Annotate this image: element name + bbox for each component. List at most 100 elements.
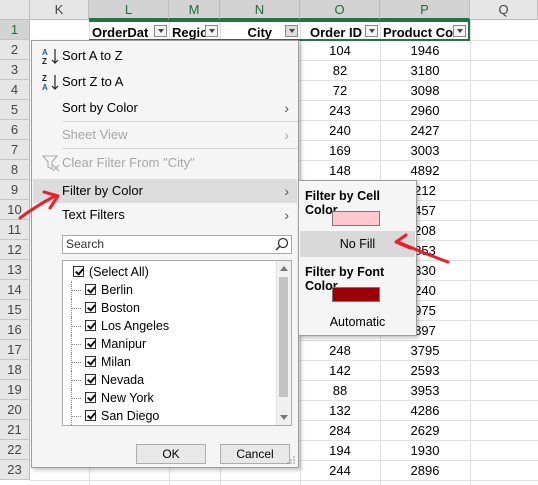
header-cell-orderdate[interactable]: OrderDat <box>89 20 169 41</box>
cell-order-id[interactable]: 169 <box>300 141 380 161</box>
cell-order-id[interactable]: 104 <box>300 41 380 61</box>
cell-order-id[interactable]: 148 <box>300 161 380 181</box>
menu-sort-z-to-a[interactable]: Z A Sort Z to A <box>33 70 297 94</box>
cell-order-id[interactable]: 132 <box>300 401 380 421</box>
cell-order-id[interactable]: 82 <box>300 61 380 81</box>
cell-product-code[interactable]: 1946 <box>380 41 470 61</box>
scroll-down-icon[interactable] <box>280 415 288 420</box>
header-region-label: Regio <box>172 25 209 40</box>
row-header[interactable]: 21 <box>0 420 30 440</box>
cell-order-id[interactable]: 243 <box>300 101 380 121</box>
row-header[interactable]: 22 <box>0 440 30 460</box>
filter-dropdown-icon[interactable] <box>205 25 218 37</box>
column-header-k[interactable]: K <box>30 0 89 20</box>
column-header-q[interactable]: Q <box>470 0 538 20</box>
row-header[interactable]: 20 <box>0 400 30 420</box>
cell-product-code[interactable]: 2427 <box>380 121 470 141</box>
automatic-option[interactable]: Automatic <box>300 309 415 335</box>
svg-text:Z: Z <box>42 57 47 65</box>
filter-dropdown-icon[interactable] <box>154 25 167 37</box>
cell-product-code[interactable]: 2629 <box>380 421 470 441</box>
cell-order-id[interactable]: 248 <box>300 341 380 361</box>
menu-sort-a-to-z[interactable]: A Z Sort A to Z <box>33 44 297 68</box>
menu-sort-by-color[interactable]: Sort by Color › <box>33 96 297 120</box>
cell-product-code[interactable]: 3098 <box>380 81 470 101</box>
column-header-m[interactable]: M <box>169 0 220 20</box>
cell-order-id[interactable]: 72 <box>300 81 380 101</box>
cell-order-id[interactable]: 284 <box>300 421 380 441</box>
cell-product-code[interactable]: 3953 <box>380 381 470 401</box>
header-cell-productcode[interactable]: Product Co <box>380 20 470 41</box>
cell-order-id[interactable]: 142 <box>300 361 380 381</box>
font-color-swatch[interactable] <box>332 287 380 302</box>
row-header[interactable]: 8 <box>0 160 30 180</box>
column-header-o[interactable]: O <box>300 0 380 20</box>
row-header[interactable]: 2 <box>0 40 30 60</box>
row-header[interactable]: 17 <box>0 340 30 360</box>
cell-product-code[interactable]: 2896 <box>380 461 470 481</box>
checkbox-checked[interactable] <box>73 266 84 277</box>
cell-order-id[interactable]: 244 <box>300 461 380 481</box>
header-cell-orderid[interactable]: Order ID <box>300 20 380 41</box>
checkbox-checked[interactable] <box>85 302 96 313</box>
row-header[interactable]: 6 <box>0 120 30 140</box>
checkbox-checked[interactable] <box>85 338 96 349</box>
checkbox-checked[interactable] <box>85 284 96 295</box>
column-header-p[interactable]: P <box>380 0 470 20</box>
cancel-button[interactable]: Cancel <box>220 444 290 464</box>
row-header[interactable]: 23 <box>0 460 30 480</box>
select-all-corner[interactable] <box>0 0 30 20</box>
row-header[interactable]: 11 <box>0 220 30 240</box>
cell-product-code[interactable]: 1930 <box>380 441 470 461</box>
row-header[interactable]: 12 <box>0 240 30 260</box>
cell-product-code[interactable]: 2593 <box>380 361 470 381</box>
resize-grip-icon[interactable] <box>287 456 295 464</box>
filter-dropdown-icon[interactable] <box>453 25 466 37</box>
row-header[interactable]: 5 <box>0 100 30 120</box>
header-city-label: City <box>247 25 272 40</box>
checkbox-checked[interactable] <box>85 410 96 421</box>
cell-order-id[interactable]: 194 <box>300 441 380 461</box>
checkbox-checked[interactable] <box>85 392 96 403</box>
cell-color-swatch[interactable] <box>332 211 380 226</box>
row-header[interactable]: 1 <box>0 20 30 40</box>
column-header-l[interactable]: L <box>89 0 169 20</box>
row-header[interactable]: 3 <box>0 60 30 80</box>
list-item-label: Nevada <box>101 373 145 387</box>
header-cell-region[interactable]: Regio <box>169 20 220 41</box>
row-header[interactable]: 9 <box>0 180 30 200</box>
cell-order-id[interactable]: 88 <box>300 381 380 401</box>
list-scrollbar[interactable] <box>276 261 291 425</box>
row-header[interactable]: 13 <box>0 260 30 280</box>
filter-dropdown-icon[interactable] <box>365 25 378 37</box>
ok-button[interactable]: OK <box>136 444 206 464</box>
checkbox-checked[interactable] <box>85 320 96 331</box>
search-icon[interactable] <box>275 237 289 251</box>
checkbox-checked[interactable] <box>85 356 96 367</box>
row-header[interactable]: 4 <box>0 80 30 100</box>
cell-product-code[interactable]: 4892 <box>380 161 470 181</box>
scroll-thumb[interactable] <box>279 277 288 397</box>
cell-product-code[interactable]: 3003 <box>380 141 470 161</box>
cell-product-code[interactable]: 2960 <box>380 101 470 121</box>
menu-text-filters[interactable]: Text Filters › <box>33 203 297 227</box>
cell-product-code[interactable]: 3795 <box>380 341 470 361</box>
header-cell-city[interactable]: City <box>220 20 300 41</box>
search-input[interactable]: Search <box>62 235 292 254</box>
menu-filter-by-color[interactable]: Filter by Color › <box>33 179 297 203</box>
row-header[interactable]: 18 <box>0 360 30 380</box>
row-header[interactable]: 10 <box>0 200 30 220</box>
row-header[interactable]: 7 <box>0 140 30 160</box>
no-fill-option[interactable]: No Fill <box>300 231 415 257</box>
checkbox-checked[interactable] <box>85 374 96 385</box>
row-header[interactable]: 14 <box>0 280 30 300</box>
cell-order-id[interactable]: 240 <box>300 121 380 141</box>
row-header[interactable]: 16 <box>0 320 30 340</box>
column-header-n[interactable]: N <box>220 0 300 20</box>
cell-product-code[interactable]: 3180 <box>380 61 470 81</box>
cell-product-code[interactable]: 4286 <box>380 401 470 421</box>
row-header[interactable]: 15 <box>0 300 30 320</box>
row-header[interactable]: 19 <box>0 380 30 400</box>
scroll-up-icon[interactable] <box>280 266 288 271</box>
filter-dropdown-icon[interactable] <box>285 25 298 37</box>
